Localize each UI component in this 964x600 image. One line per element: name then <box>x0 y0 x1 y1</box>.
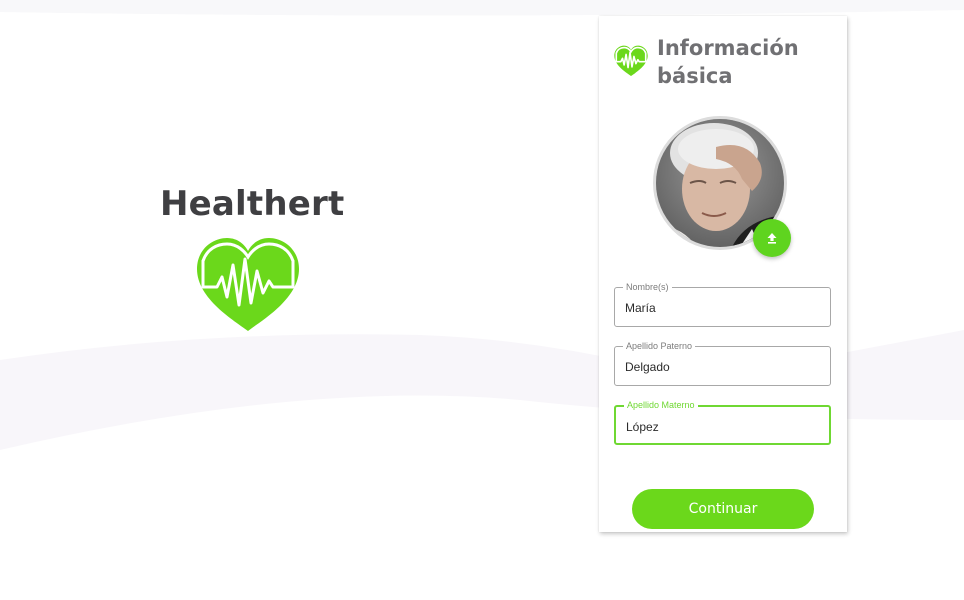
nombre-input[interactable]: María <box>625 301 815 315</box>
profile-photo-container <box>653 116 793 262</box>
nombre-field[interactable]: Nombre(s) María <box>614 281 831 327</box>
apellido-materno-input[interactable]: López <box>626 420 816 434</box>
brand-block: Healthert <box>160 183 345 335</box>
page-title: Información básica <box>657 36 799 88</box>
upload-photo-button[interactable] <box>753 219 791 257</box>
apellido-paterno-label: Apellido Paterno <box>623 340 696 352</box>
heart-pulse-icon <box>197 238 299 331</box>
nombre-label: Nombre(s) <box>623 281 672 293</box>
apellido-paterno-input[interactable]: Delgado <box>625 360 815 374</box>
continue-button[interactable]: Continuar <box>632 489 814 529</box>
apellido-paterno-field[interactable]: Apellido Paterno Delgado <box>614 340 831 386</box>
heart-pulse-icon <box>614 45 648 77</box>
upload-icon <box>767 233 777 244</box>
apellido-materno-label: Apellido Materno <box>624 399 698 411</box>
brand-name: Healthert <box>160 184 345 224</box>
apellido-materno-field[interactable]: Apellido Materno López <box>614 399 831 445</box>
phone-screen: Información básica Nombre(s) María Apell… <box>599 16 847 532</box>
screen-header: Información básica <box>613 34 807 90</box>
